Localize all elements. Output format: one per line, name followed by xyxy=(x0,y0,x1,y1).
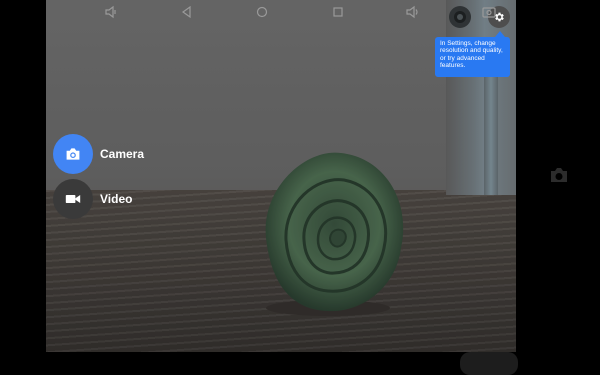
lens-button[interactable] xyxy=(449,6,471,28)
volume-up-icon[interactable] xyxy=(405,4,421,20)
video-mode-button[interactable] xyxy=(53,179,93,219)
settings-tooltip[interactable]: In Settings, change resolution and quali… xyxy=(435,37,510,77)
lens-icon xyxy=(454,11,466,23)
nav-screenshot-pill xyxy=(460,352,518,375)
tooltip-text: In Settings, change resolution and quali… xyxy=(440,40,503,70)
videocam-icon xyxy=(65,195,81,203)
left-black-bar xyxy=(0,0,46,352)
camera-icon xyxy=(66,148,80,160)
camera-mode-button[interactable] xyxy=(53,134,93,174)
camera-icon[interactable] xyxy=(549,167,569,183)
recents-icon[interactable] xyxy=(330,4,346,20)
screenshot-icon[interactable] xyxy=(481,4,497,20)
volume-down-icon[interactable] xyxy=(103,4,119,20)
camera-mode-label[interactable]: Camera xyxy=(100,147,144,161)
back-icon[interactable] xyxy=(179,4,195,20)
video-mode-label[interactable]: Video xyxy=(100,192,132,206)
home-icon[interactable] xyxy=(254,4,270,20)
